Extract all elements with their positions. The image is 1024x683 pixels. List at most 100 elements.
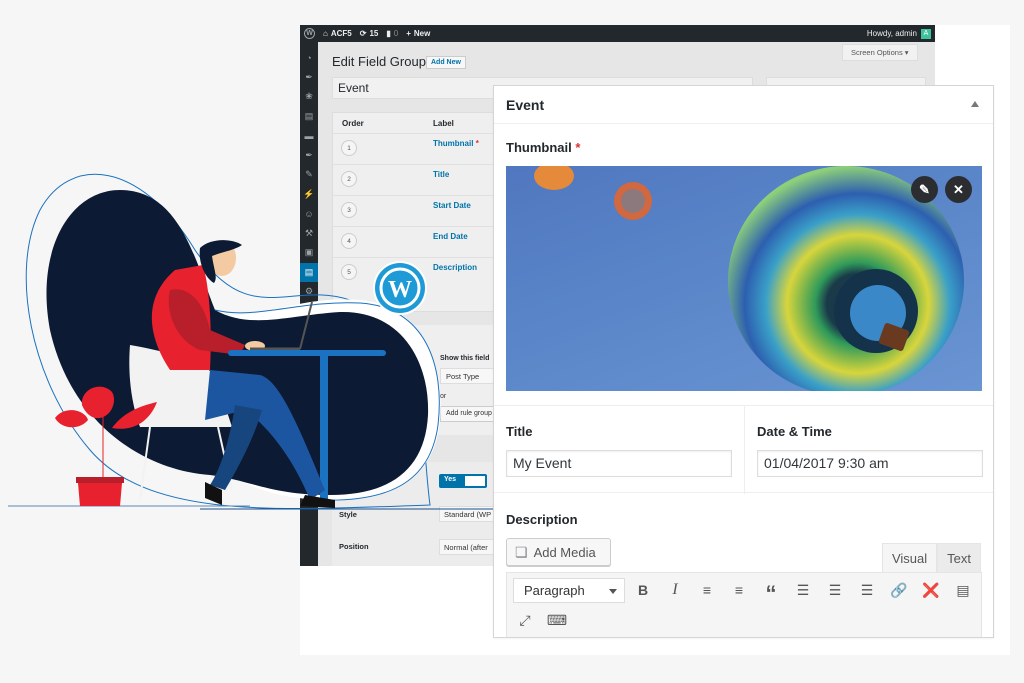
title-datetime-row: Title My Event Date & Time 01/04/2017 9:… xyxy=(494,405,993,494)
thumbnail-image[interactable]: ✎ ✕ xyxy=(506,166,982,391)
tab-visual[interactable]: Visual xyxy=(881,543,938,572)
new-label: New xyxy=(413,29,431,38)
dashboard-icon: ◔ xyxy=(306,52,312,63)
rule-param-select[interactable]: Post Type xyxy=(440,368,500,384)
wordpress-logo-icon[interactable]: W xyxy=(304,28,315,39)
site-name-link[interactable]: ⌂ ACF5 xyxy=(323,29,352,38)
toolbar-toggle-button[interactable]: ⌨ xyxy=(545,608,569,632)
read-more-icon: ▤ xyxy=(956,581,970,598)
chair xyxy=(129,345,232,427)
custom-fields-icon: ▤ xyxy=(304,266,314,277)
blockquote-button[interactable]: “ xyxy=(759,578,783,606)
new-content-link[interactable]: + New xyxy=(406,29,430,38)
stage: W ⌂ ACF5 ⟳ 15 ▮ 0 + New Howdy, admin A ◔ xyxy=(0,0,1024,683)
updates-count: 15 xyxy=(369,29,379,38)
tools-icon: ⚒ xyxy=(304,227,314,238)
hair-beard xyxy=(199,240,242,283)
field-order[interactable]: 3 xyxy=(341,202,357,218)
format-select[interactable]: Paragraph xyxy=(513,578,625,603)
italic-button[interactable]: I xyxy=(663,578,687,602)
remove-image-button[interactable]: ✕ xyxy=(945,176,972,203)
metabox-header[interactable]: Event xyxy=(494,86,993,124)
event-metabox: Event Thumbnail * ✎ ✕ Title My Event Dat… xyxy=(493,85,994,638)
updates-icon: ⟳ xyxy=(359,29,367,38)
remove-link-button[interactable]: ❌ xyxy=(919,578,943,602)
arm xyxy=(168,289,245,355)
comments-icon: ▮ xyxy=(386,29,391,38)
plant-leaf xyxy=(55,410,88,428)
position-select[interactable]: Normal (after xyxy=(439,539,499,555)
add-media-button[interactable]: ❏ Add Media xyxy=(506,538,611,566)
shoe xyxy=(205,482,222,505)
page-title: Edit Field Group xyxy=(332,54,426,69)
numbered-list-button[interactable]: ≡ xyxy=(727,578,751,602)
media-icon: ❀ xyxy=(305,91,313,102)
field-order[interactable]: 2 xyxy=(341,171,357,187)
datetime-input[interactable]: 01/04/2017 9:30 am xyxy=(757,450,983,477)
small-balloon xyxy=(534,166,574,190)
comments-count: 0 xyxy=(393,29,399,38)
unlink-icon: ❌ xyxy=(922,581,940,598)
align-left-button[interactable]: ☰ xyxy=(791,578,815,602)
field-label-link[interactable]: Title xyxy=(433,170,449,179)
field-label-link[interactable]: Thumbnail * xyxy=(433,139,479,148)
sidebar-item-comments[interactable]: ▬ xyxy=(300,126,318,146)
sidebar-item-settings[interactable]: ▣ xyxy=(300,243,318,263)
required-mark: * xyxy=(475,139,479,148)
torso xyxy=(151,265,211,370)
or-label: or xyxy=(440,393,447,400)
field-label-link[interactable]: End Date xyxy=(433,232,468,241)
tab-text[interactable]: Text xyxy=(937,543,981,572)
position-label: Position xyxy=(339,542,369,551)
field-order[interactable]: 1 xyxy=(341,140,357,156)
comments-link[interactable]: ▮ 0 xyxy=(386,29,398,38)
thumbnail-label: Thumbnail * xyxy=(506,140,580,155)
active-toggle[interactable]: Yes xyxy=(439,474,487,488)
align-center-icon: ☰ xyxy=(828,581,842,598)
bullet-list-icon: ≡ xyxy=(702,582,712,598)
add-new-button[interactable]: Add New xyxy=(426,56,466,69)
settings-icon: ▣ xyxy=(304,247,314,258)
field-order[interactable]: 5 xyxy=(341,264,357,280)
field-label-link[interactable]: Description xyxy=(433,263,477,272)
sidebar-item-appearance[interactable]: ✎ xyxy=(300,165,318,185)
sidebar-item-media[interactable]: ❀ xyxy=(300,87,318,107)
title-input[interactable]: My Event xyxy=(506,450,732,477)
sidebar-item-users[interactable]: ☺ xyxy=(300,204,318,224)
sidebar-item-pages[interactable]: ▤ xyxy=(300,107,318,127)
pages-icon: ▤ xyxy=(304,110,314,121)
field-label-link[interactable]: Start Date xyxy=(433,201,471,210)
sidebar-item-gear[interactable]: ⚙ xyxy=(300,282,318,302)
bullet-list-button[interactable]: ≡ xyxy=(695,578,719,602)
sidebar-item-pin[interactable]: ✒ xyxy=(300,146,318,166)
add-media-label: Add Media xyxy=(533,544,596,560)
metabox-title: Event xyxy=(506,96,545,113)
bold-button[interactable]: B xyxy=(631,578,655,602)
plant-leaf xyxy=(112,402,157,429)
style-select[interactable]: Standard (WP xyxy=(439,506,499,522)
read-more-button[interactable]: ▤ xyxy=(951,578,975,602)
collapse-arrow-icon[interactable] xyxy=(971,101,979,107)
sidebar-item-plugins[interactable]: ⚡ xyxy=(300,185,318,205)
toggle-label: Yes xyxy=(444,476,457,483)
edit-image-button[interactable]: ✎ xyxy=(911,176,938,203)
sidebar-item-tools[interactable]: ⚒ xyxy=(300,224,318,244)
sidebar-item-custom-fields[interactable]: ▤ xyxy=(300,262,318,282)
fullscreen-button[interactable]: ⤢ xyxy=(513,608,537,632)
updates-link[interactable]: ⟳ 15 xyxy=(360,29,379,38)
my-account[interactable]: Howdy, admin A xyxy=(867,28,931,39)
pencil-icon: ✎ xyxy=(919,181,930,197)
insert-link-button[interactable]: 🔗 xyxy=(887,578,911,602)
keyboard-icon: ⌨ xyxy=(546,611,568,628)
numbered-list-icon: ≡ xyxy=(734,582,744,598)
pin-icon: ✒ xyxy=(305,149,313,160)
hot-air-balloons-photo xyxy=(534,166,964,391)
fullscreen-icon: ⤢ xyxy=(519,611,531,628)
field-order[interactable]: 4 xyxy=(341,233,357,249)
screen-options-button[interactable]: Screen Options ▾ xyxy=(842,44,918,61)
add-rule-group-button[interactable]: Add rule group xyxy=(440,406,500,422)
align-center-button[interactable]: ☰ xyxy=(823,578,847,602)
sidebar-item-pin[interactable]: ✒ xyxy=(300,68,318,88)
sidebar-item-dashboard[interactable]: ◔ xyxy=(300,48,318,68)
align-right-button[interactable]: ☰ xyxy=(855,578,879,602)
